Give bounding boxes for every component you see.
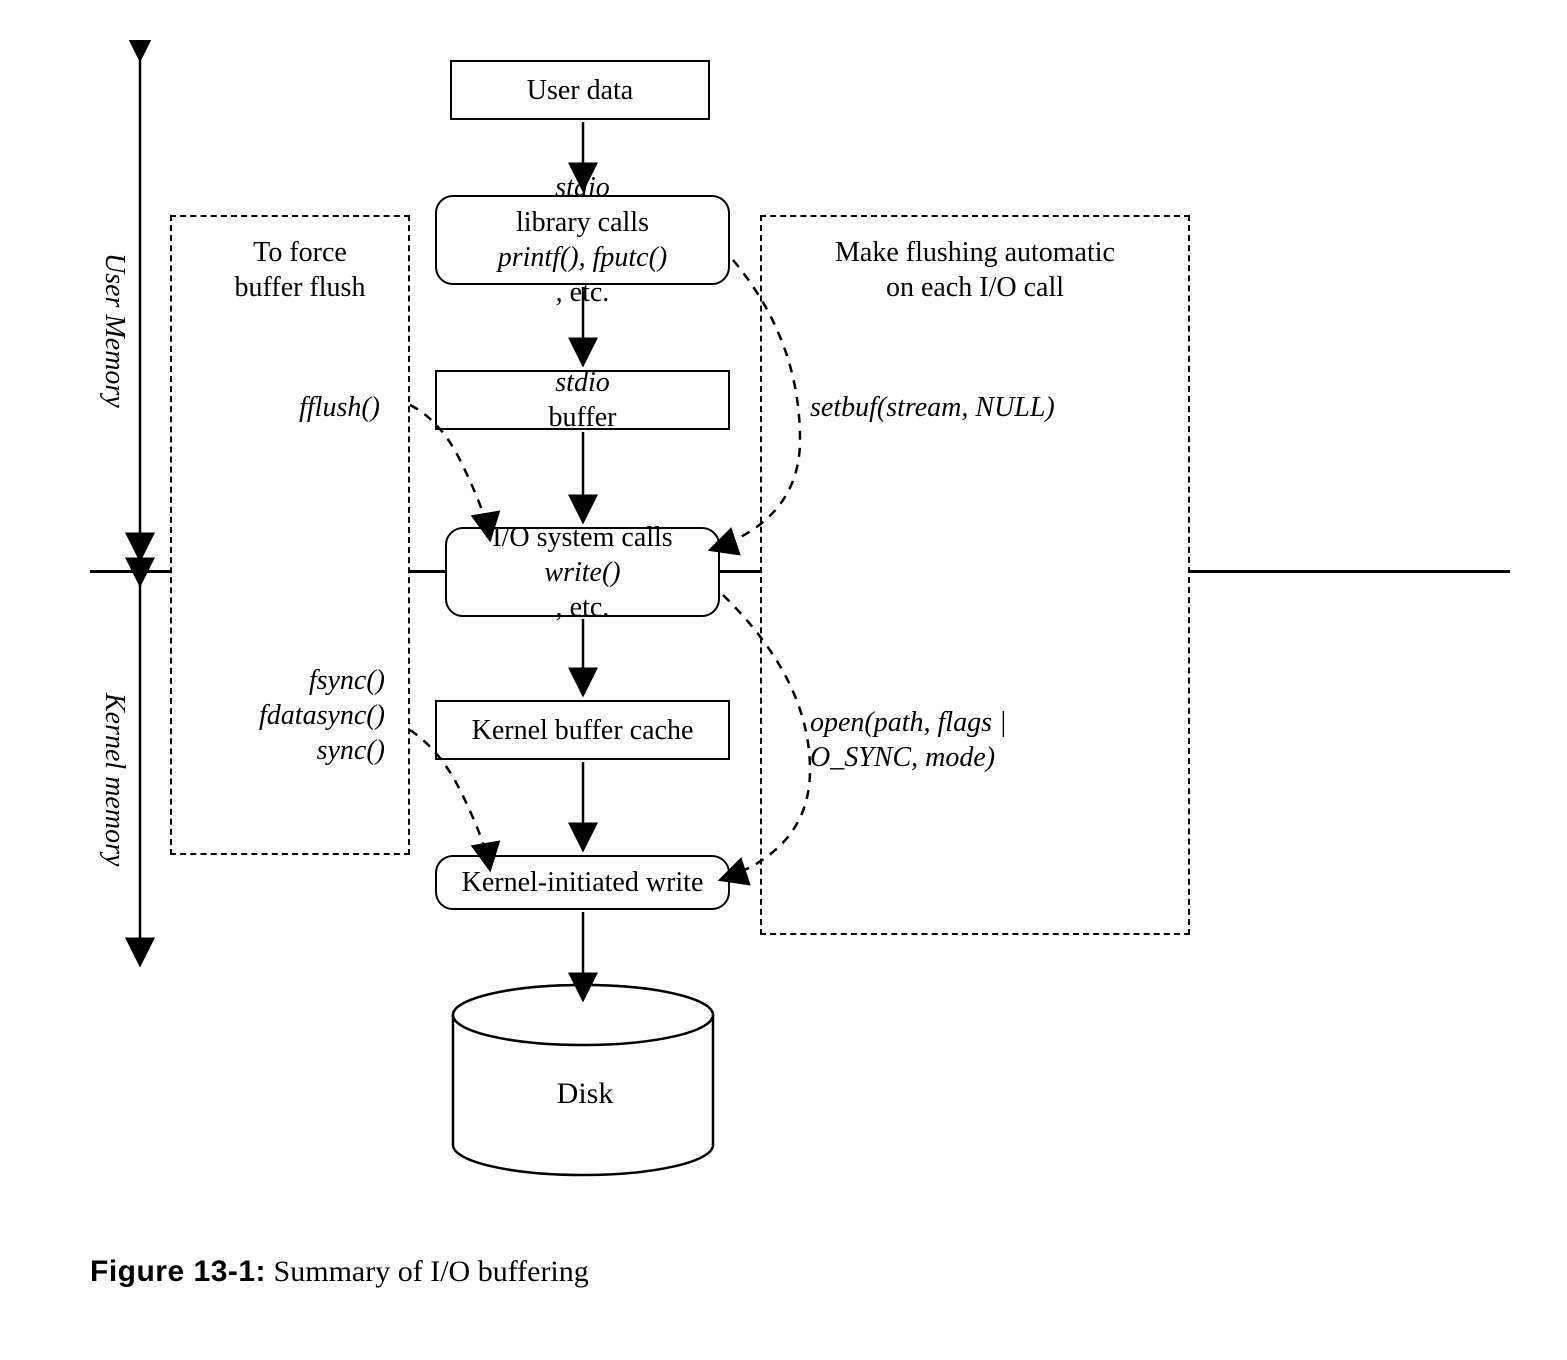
open-osync-label: open(path, flags |O_SYNC, mode): [810, 705, 1160, 775]
auto-flush-title: Make flushing automaticon each I/O call: [780, 235, 1170, 305]
io-syscalls-box: I/O system callswrite(), etc.: [445, 527, 720, 617]
user-data-box: User data: [450, 60, 710, 120]
setbuf-label: setbuf(stream, NULL): [810, 390, 1170, 425]
disk-label: Disk: [495, 1075, 675, 1113]
stdio-calls-box: stdio library callsprintf(), fputc(), et…: [435, 195, 730, 285]
kernel-memory-label: Kernel memory: [98, 600, 130, 960]
figure-caption: Figure 13-1: Summary of I/O buffering: [90, 1255, 589, 1289]
force-flush-title: To forcebuffer flush: [200, 235, 400, 305]
fflush-label: fflush(): [210, 390, 380, 425]
fsync-labels: fsync()fdatasync()sync(): [195, 663, 385, 768]
auto-flush-panel: [760, 215, 1190, 935]
kernel-initiated-write-box: Kernel-initiated write: [435, 855, 730, 910]
stdio-buffer-box: stdio buffer: [435, 370, 730, 430]
io-buffering-diagram: User Memory Kernel memory To forcebuffer…: [40, 40, 1520, 1320]
user-memory-label: User Memory: [98, 130, 130, 530]
kernel-buffer-cache-box: Kernel buffer cache: [435, 700, 730, 760]
